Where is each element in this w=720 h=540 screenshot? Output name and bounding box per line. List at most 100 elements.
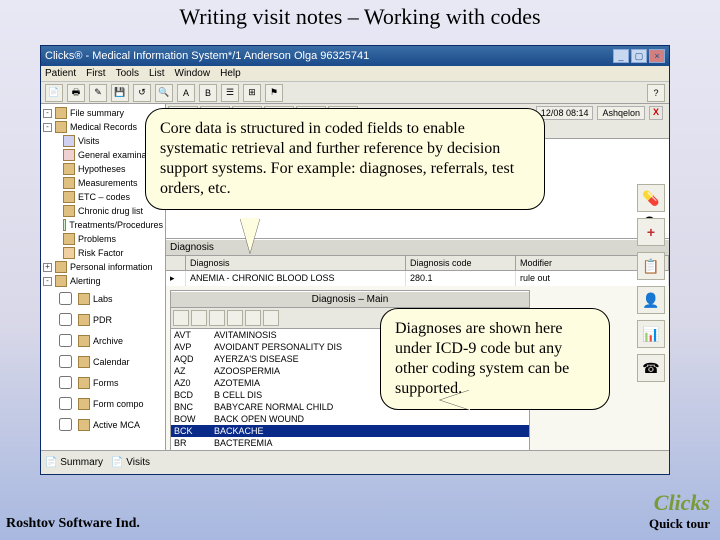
right-action-buttons: 💊 + 📋 👤 📊 ☎ [637,184,665,382]
toolbar-button[interactable]: B [199,84,217,102]
toolbar-button[interactable]: 📄 [45,84,63,102]
tree-checkbox[interactable] [59,355,72,368]
slide-footer: Roshtov Software Ind. Clicks Quick tour [6,490,710,532]
restore-button[interactable]: ▢ [631,49,647,63]
menu-patient[interactable]: Patient [45,68,76,79]
tree-checkbox[interactable] [59,292,72,305]
status-visits[interactable]: 📄 Visits [111,457,150,468]
picker-btn[interactable] [209,310,225,326]
main-toolbar: 📄 🖶 ✎ 💾 ↺ 🔍 A B ☰ ⊞ ⚑ ? [41,82,669,104]
quick-tour-label: Quick tour [649,516,710,532]
brand-logo: Clicks [649,490,710,516]
doc-icon [78,356,90,368]
doc-icon [63,149,75,161]
menu-window[interactable]: Window [175,68,211,79]
location-label: Ashqelon [597,106,645,120]
minimize-button[interactable]: _ [613,49,629,63]
action-chart-icon[interactable]: 📊 [637,320,665,348]
doc-icon [78,419,90,431]
tree-item[interactable]: Chronic drug list [43,204,163,218]
picker-btn[interactable] [245,310,261,326]
toolbar-button[interactable]: ☰ [221,84,239,102]
tree-item[interactable]: -File summary [43,106,163,120]
action-plus-icon[interactable]: + [637,218,665,246]
tree-item[interactable]: +Personal information [43,260,163,274]
toolbar-button[interactable]: ? [647,84,665,102]
tree-checkbox[interactable] [59,418,72,431]
action-pills-icon[interactable]: 💊 [637,184,665,212]
action-notes-icon[interactable]: 📋 [637,252,665,280]
menu-bar: Patient First Tools List Window Help [41,66,669,82]
tree-item[interactable]: Calendar [43,351,163,372]
tree-item[interactable]: -Alerting [43,274,163,288]
menu-tools[interactable]: Tools [116,68,139,79]
tree-item[interactable]: Treatments/Procedures [43,218,163,232]
callout-tail [240,218,260,253]
action-patient-icon[interactable]: 👤 [637,286,665,314]
collapse-icon[interactable]: - [43,123,52,132]
folder-icon [55,275,67,287]
col-diagnosis[interactable]: Diagnosis [186,256,406,271]
list-item[interactable]: BRBACTEREMIA [171,437,529,449]
tree-item[interactable]: Form compo [43,393,163,414]
doc-icon [63,135,75,147]
toolbar-button[interactable]: 🖶 [67,84,85,102]
doc-icon [63,233,75,245]
picker-btn[interactable] [263,310,279,326]
toolbar-button[interactable]: 💾 [111,84,129,102]
tree-item[interactable]: PDR [43,309,163,330]
menu-list[interactable]: List [149,68,165,79]
tree-item[interactable]: Archive [43,330,163,351]
toolbar-button[interactable]: ↺ [133,84,151,102]
tree-item[interactable]: Problems [43,232,163,246]
toolbar-button[interactable]: 🔍 [155,84,173,102]
action-phone-icon[interactable]: ☎ [637,354,665,382]
toolbar-button[interactable]: ⚑ [265,84,283,102]
tree-checkbox[interactable] [59,397,72,410]
doc-icon [63,219,66,231]
row-diagnosis: ANEMIA - CHRONIC BLOOD LOSS [186,271,406,286]
folder-icon [55,107,67,119]
picker-btn[interactable] [191,310,207,326]
window-title: Clicks® - Medical Information System*/1 … [45,50,611,62]
picker-btn[interactable] [227,310,243,326]
doc-icon [63,163,75,175]
tree-item[interactable]: Forms [43,372,163,393]
folder-icon [55,121,67,133]
timestamp: 12/08 08:14 [536,106,594,120]
callout-tail [440,390,470,410]
doc-icon [78,335,90,347]
collapse-icon[interactable]: - [43,109,52,118]
picker-btn[interactable] [173,310,189,326]
col-code[interactable]: Diagnosis code [406,256,516,271]
doc-icon [63,205,75,217]
doc-icon [78,314,90,326]
tree-checkbox[interactable] [59,334,72,347]
menu-help[interactable]: Help [220,68,241,79]
toolbar-button[interactable]: ✎ [89,84,107,102]
close-icon[interactable]: X [649,106,663,120]
list-item[interactable]: BOWBACK OPEN WOUND [171,413,529,425]
tree-checkbox[interactable] [59,313,72,326]
collapse-icon[interactable]: - [43,277,52,286]
diagnosis-row[interactable]: ▸ ANEMIA - CHRONIC BLOOD LOSS 280.1 rule… [166,271,669,286]
doc-icon [63,177,75,189]
toolbar-button[interactable]: A [177,84,195,102]
row-code: 280.1 [406,271,516,286]
folder-icon [55,261,67,273]
slide-title: Writing visit notes – Working with codes [0,0,720,34]
menu-first[interactable]: First [86,68,105,79]
tree-checkbox[interactable] [59,376,72,389]
tree-item[interactable]: Risk Factor [43,246,163,260]
expand-icon[interactable]: + [43,263,52,272]
doc-icon [78,398,90,410]
toolbar-button[interactable]: ⊞ [243,84,261,102]
row-marker: ▸ [166,271,186,286]
list-item[interactable]: BCKBACKACHE [171,425,529,437]
tree-item[interactable]: Active MCA [43,414,163,435]
doc-icon [78,293,90,305]
tree-item[interactable]: Labs [43,288,163,309]
status-summary[interactable]: 📄 Summary [45,457,103,468]
doc-icon [63,247,75,259]
window-close-button[interactable]: × [649,49,665,63]
